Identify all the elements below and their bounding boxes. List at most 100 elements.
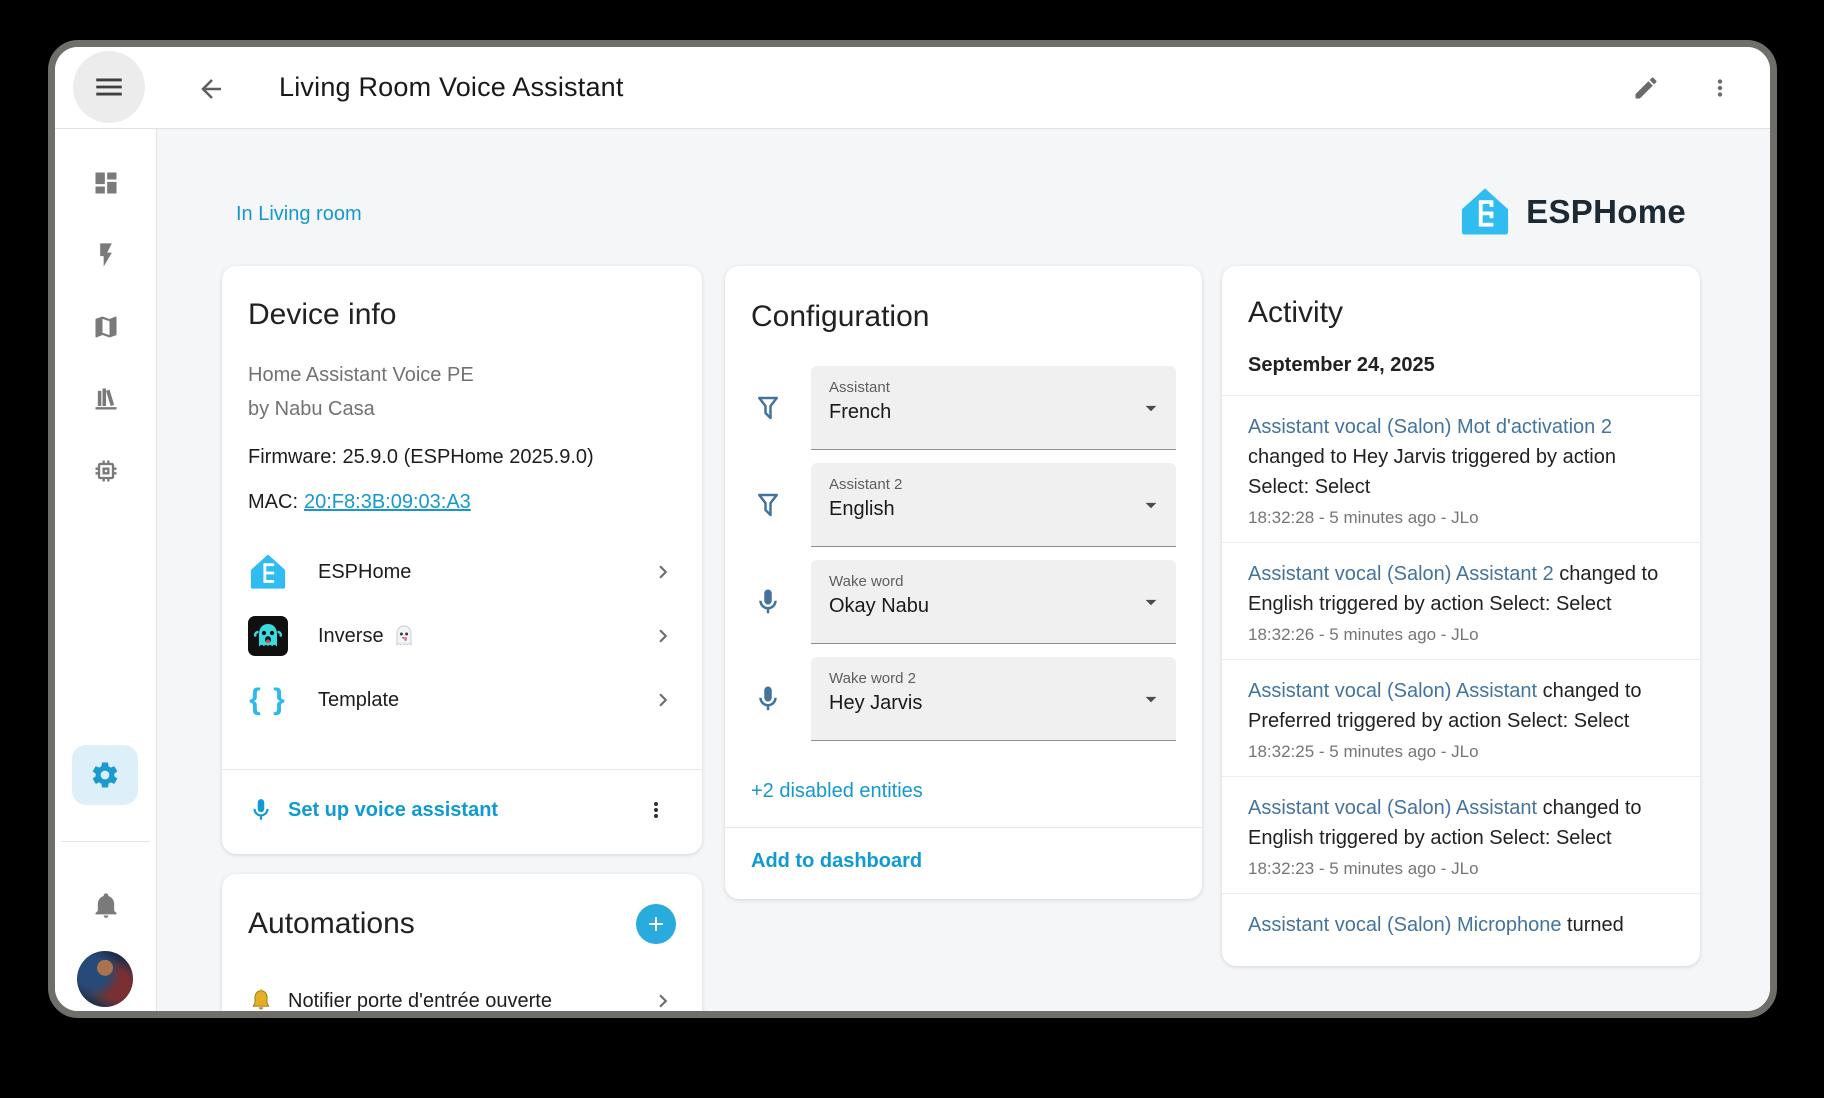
device-integration-rows: ESPHome — [222, 540, 702, 732]
area-link[interactable]: In Living room — [236, 203, 362, 226]
activity-entry: Assistant vocal (Salon) Assistant change… — [1222, 776, 1700, 893]
page-title: Living Room Voice Assistant — [279, 47, 624, 128]
map-icon — [92, 313, 120, 341]
device-info-title: Device info — [222, 266, 702, 332]
user-avatar[interactable] — [77, 951, 133, 1007]
sidebar-item-esphome[interactable] — [55, 443, 156, 499]
sidebar-item-settings[interactable] — [72, 745, 138, 805]
config-row-assistant-2: Assistant 2 English — [751, 463, 1176, 547]
curly-braces-icon: { } — [248, 680, 288, 720]
dashboard-icon — [92, 169, 120, 197]
configuration-card: Configuration Assistant French — [725, 266, 1202, 899]
add-automation-button[interactable] — [636, 904, 676, 944]
select-value: Hey Jarvis — [829, 692, 1128, 715]
top-bar: Living Room Voice Assistant — [55, 47, 1770, 129]
device-row-label: ESPHome — [318, 561, 411, 584]
device-model: Home Assistant Voice PE — [248, 358, 676, 392]
activity-entry: Assistant vocal (Salon) Mot d'activation… — [1222, 395, 1700, 542]
select-label: Wake word — [829, 573, 1128, 590]
activity-card: Activity September 24, 2025 Assistant vo… — [1222, 266, 1700, 966]
bell-icon — [92, 891, 120, 919]
mac-address-link[interactable]: 20:F8:3B:09:03:A3 — [304, 491, 471, 513]
kebab-icon — [1707, 75, 1733, 101]
config-row-wake-word-2: Wake word 2 Hey Jarvis — [751, 657, 1176, 741]
sidebar-divider — [61, 841, 150, 842]
chevron-right-icon — [650, 687, 676, 713]
wake-word-2-select[interactable]: Wake word 2 Hey Jarvis — [811, 657, 1176, 741]
chip-icon — [92, 457, 120, 485]
entry-text: changed to Hey Jarvis triggered by actio… — [1248, 446, 1616, 498]
sidebar-item-logbook[interactable] — [55, 371, 156, 427]
chevron-right-icon — [650, 623, 676, 649]
entity-link[interactable]: Assistant vocal (Salon) Assistant — [1248, 680, 1537, 702]
main-content: In Living room ESPHome — [157, 129, 1770, 1011]
device-footer-menu-button[interactable] — [636, 790, 676, 830]
sidebar-item-dashboard[interactable] — [55, 155, 156, 211]
device-manufacturer: by Nabu Casa — [248, 392, 676, 426]
select-value: English — [829, 498, 1128, 521]
activity-entry: Assistant vocal (Salon) Microphone turne… — [1222, 893, 1700, 954]
device-row-esphome[interactable]: ESPHome — [222, 540, 702, 604]
hamburger-icon — [92, 70, 126, 104]
entity-link[interactable]: Assistant vocal (Salon) Assistant — [1248, 797, 1537, 819]
back-button[interactable] — [191, 69, 231, 109]
entry-timestamp: 18:32:25 - 5 minutes ago - JLo — [1248, 742, 1674, 762]
entry-timestamp: 18:32:26 - 5 minutes ago - JLo — [1248, 625, 1674, 645]
device-row-inverse[interactable]: Inverse — [222, 604, 702, 668]
configuration-title: Configuration — [725, 266, 1202, 334]
device-row-template[interactable]: { } Template — [222, 668, 702, 732]
edit-button[interactable] — [1626, 68, 1666, 108]
gear-icon — [90, 760, 120, 790]
activity-date: September 24, 2025 — [1222, 330, 1700, 395]
wake-word-select[interactable]: Wake word Okay Nabu — [811, 560, 1176, 644]
activity-entry: Assistant vocal (Salon) Assistant change… — [1222, 659, 1700, 776]
caret-down-icon — [1138, 492, 1164, 518]
select-label: Assistant 2 — [829, 476, 1128, 493]
select-label: Assistant — [829, 379, 1128, 396]
entity-link[interactable]: Assistant vocal (Salon) Microphone — [1248, 914, 1561, 936]
sidebar-menu-button[interactable] — [73, 51, 145, 123]
automation-label: Notifier porte d'entrée ouverte — [288, 990, 552, 1012]
setup-voice-assistant-button[interactable]: Set up voice assistant — [288, 799, 498, 822]
device-firmware: Firmware: 25.9.0 (ESPHome 2025.9.0) — [222, 446, 702, 469]
caret-down-icon — [1138, 686, 1164, 712]
add-to-dashboard-button[interactable]: Add to dashboard — [725, 828, 1202, 899]
entity-link[interactable]: Assistant vocal (Salon) Mot d'activation… — [1248, 416, 1612, 438]
microphone-icon — [248, 797, 274, 823]
activity-title: Activity — [1222, 266, 1700, 330]
caret-down-icon — [1138, 395, 1164, 421]
ghost-emoji-icon — [392, 624, 416, 648]
entity-link[interactable]: Assistant vocal (Salon) Assistant 2 — [1248, 563, 1554, 585]
esphome-logo-icon — [248, 552, 288, 592]
esphome-logo-icon — [1458, 185, 1512, 239]
device-row-label: Template — [318, 689, 399, 712]
bookshelf-icon — [92, 385, 120, 413]
sidebar-item-map[interactable] — [55, 299, 156, 355]
plus-icon — [644, 912, 668, 936]
filter-icon — [751, 393, 785, 423]
bell-emoji-icon — [248, 988, 274, 1011]
more-menu-button[interactable] — [1700, 68, 1740, 108]
entry-timestamp: 18:32:23 - 5 minutes ago - JLo — [1248, 859, 1674, 879]
automations-card: Automations Notifier porte d'entrée ouve… — [222, 874, 702, 1011]
device-row-label: Inverse — [318, 624, 416, 648]
assistant-select[interactable]: Assistant French — [811, 366, 1176, 450]
automation-row[interactable]: Notifier porte d'entrée ouverte — [222, 974, 702, 1011]
assistant-2-select[interactable]: Assistant 2 English — [811, 463, 1176, 547]
device-info-card: Device info Home Assistant Voice PE by N… — [222, 266, 702, 854]
device-mac: MAC:20:F8:3B:09:03:A3 — [222, 491, 702, 514]
activity-entry: Assistant vocal (Salon) Assistant 2 chan… — [1222, 542, 1700, 659]
top-bar-actions — [1626, 47, 1740, 128]
automations-title: Automations — [248, 907, 415, 941]
esphome-brand: ESPHome — [1458, 185, 1686, 239]
app-window: Living Room Voice Assistant — [48, 40, 1777, 1018]
sidebar — [55, 129, 157, 1011]
disabled-entities-link[interactable]: +2 disabled entities — [725, 754, 1202, 803]
sidebar-item-energy[interactable] — [55, 227, 156, 283]
microphone-icon — [751, 684, 785, 714]
arrow-left-icon — [196, 74, 226, 104]
sidebar-item-notifications[interactable] — [55, 877, 156, 933]
pencil-icon — [1632, 74, 1660, 102]
select-value: French — [829, 401, 1128, 424]
config-row-wake-word: Wake word Okay Nabu — [751, 560, 1176, 644]
